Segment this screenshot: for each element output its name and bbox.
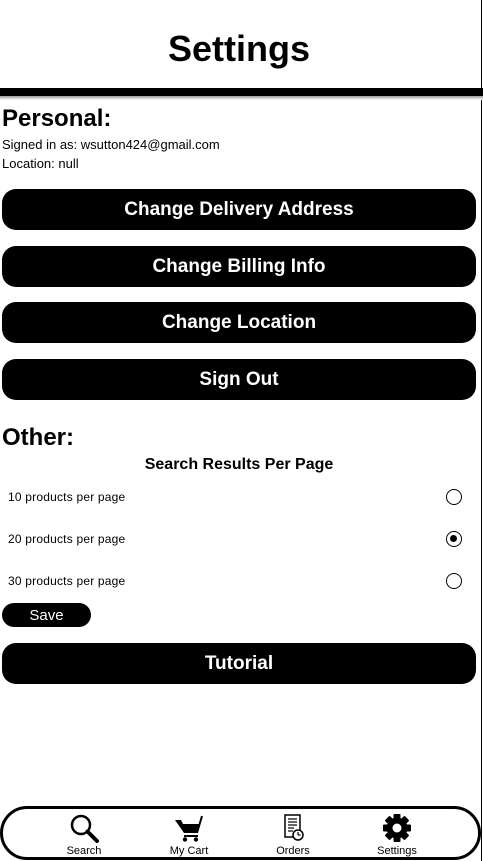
app-header: Settings <box>0 0 481 88</box>
sign-out-button[interactable]: Sign Out <box>2 359 476 400</box>
radio-button[interactable] <box>446 489 462 505</box>
location-text: Location: null <box>2 156 79 171</box>
radio-option-label: 20 products per page <box>8 532 126 546</box>
change-billing-info-button[interactable]: Change Billing Info <box>2 246 476 287</box>
header-divider-shadow <box>0 96 483 100</box>
nav-label: Search <box>66 845 102 857</box>
nav-item-my-cart[interactable]: My Cart <box>148 809 228 857</box>
header-divider <box>0 88 483 96</box>
page-title: Settings <box>167 28 310 69</box>
radio-option-30[interactable]: 30 products per page <box>0 566 478 596</box>
nav-item-orders[interactable]: Orders <box>252 809 332 857</box>
radio-button[interactable] <box>446 573 462 589</box>
gear-icon <box>383 814 411 842</box>
personal-heading: Personal: <box>2 105 112 132</box>
radio-option-label: 30 products per page <box>8 574 126 588</box>
save-button[interactable]: Save <box>2 603 91 627</box>
radio-option-20[interactable]: 20 products per page <box>0 524 478 554</box>
radio-option-10[interactable]: 10 products per page <box>0 482 478 512</box>
orders-icon <box>284 814 304 841</box>
radio-selected-dot <box>450 535 457 542</box>
results-per-page-title: Search Results Per Page <box>144 456 334 473</box>
tutorial-button[interactable]: Tutorial <box>2 643 476 684</box>
signed-in-text: Signed in as: wsutton424@gmail.com <box>2 137 220 152</box>
screen-edge-rule <box>481 0 482 861</box>
nav-label: Settings <box>377 845 417 857</box>
search-icon <box>70 814 99 843</box>
cart-icon <box>175 815 203 842</box>
nav-label: Orders <box>276 845 310 857</box>
change-delivery-address-button[interactable]: Change Delivery Address <box>2 189 476 230</box>
nav-item-settings[interactable]: Settings <box>356 809 436 857</box>
change-location-button[interactable]: Change Location <box>2 302 476 343</box>
radio-option-label: 10 products per page <box>8 490 126 504</box>
radio-button-selected[interactable] <box>446 531 462 547</box>
nav-label: My Cart <box>169 845 209 857</box>
bottom-nav: Search My Cart Orders Settings <box>0 806 481 860</box>
nav-item-search[interactable]: Search <box>43 809 123 857</box>
other-heading: Other: <box>2 424 74 451</box>
